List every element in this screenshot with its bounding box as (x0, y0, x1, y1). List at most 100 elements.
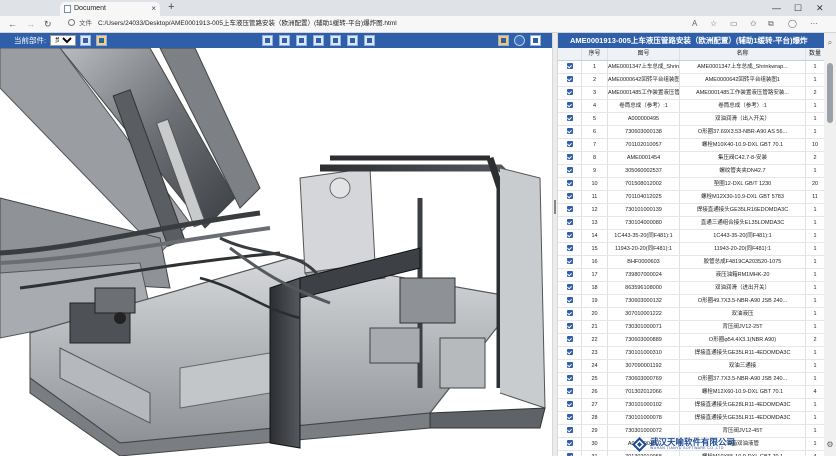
table-row[interactable]: 2 AME0000642回转平台组装图1 AME0000642回转平台组装图1 1 (558, 74, 824, 87)
row-checkbox[interactable] (558, 399, 582, 411)
scrollbar-thumb[interactable] (827, 63, 833, 123)
row-checkbox[interactable] (558, 74, 582, 86)
forward-button[interactable]: → (26, 18, 35, 30)
row-checkbox[interactable] (558, 204, 582, 216)
row-checkbox[interactable] (558, 412, 582, 424)
row-checkbox[interactable] (558, 139, 582, 151)
checkbox-checked-icon[interactable] (566, 141, 573, 147)
table-row[interactable]: 27 730101000102 焊接直通接头GE28LR11-4EDOMDA3C 1 (558, 399, 824, 412)
table-row[interactable]: 10 701508012002 垫圈12-DXL GB/T 1230 20 (558, 178, 824, 191)
table-row[interactable]: 5 A000000495 双油润滑（出入开关） 1 (558, 113, 824, 126)
row-checkbox[interactable] (558, 425, 582, 437)
assembly-tree-icon[interactable] (80, 35, 91, 46)
checkbox-checked-icon[interactable] (566, 115, 573, 121)
table-row[interactable]: 24 307090001192 双油三通接 1 (558, 360, 824, 373)
checkbox-checked-icon[interactable] (566, 349, 573, 355)
row-checkbox[interactable] (558, 438, 582, 450)
row-checkbox[interactable] (558, 360, 582, 372)
table-row[interactable]: 4 卷筒总成（参考）:1 卷筒总成（参考）:1 1 (558, 100, 824, 113)
checkbox-checked-icon[interactable] (566, 128, 573, 134)
row-checkbox[interactable] (558, 451, 582, 456)
tab-close-button[interactable]: × (151, 2, 156, 16)
view-right-icon[interactable] (313, 35, 324, 46)
view-iso-icon[interactable] (364, 35, 375, 46)
checkbox-checked-icon[interactable] (566, 167, 573, 173)
new-tab-button[interactable]: + (168, 1, 174, 13)
table-row[interactable]: 18 863596108000 双油润滑（进出开关） 1 (558, 282, 824, 295)
reload-button[interactable]: ↻ (44, 18, 52, 30)
row-checkbox[interactable] (558, 152, 582, 164)
row-checkbox[interactable] (558, 113, 582, 125)
checkbox-checked-icon[interactable] (566, 245, 573, 251)
fit-view-icon[interactable] (514, 35, 525, 46)
profile-icon[interactable]: ◯ (788, 18, 797, 30)
checkbox-checked-icon[interactable] (566, 414, 573, 420)
row-checkbox[interactable] (558, 61, 582, 73)
checkbox-checked-icon[interactable] (566, 258, 573, 264)
col-header-check[interactable] (558, 48, 582, 60)
table-row[interactable]: 9 305060002537 螺纹管夹夹DN42.7 1 (558, 165, 824, 178)
more-menu-icon[interactable]: ⋯ (810, 18, 818, 30)
row-checkbox[interactable] (558, 308, 582, 320)
checkbox-checked-icon[interactable] (566, 102, 573, 108)
table-row[interactable]: 17 739807000024 液压油箱RM1MHK-20 1 (558, 269, 824, 282)
checkbox-checked-icon[interactable] (566, 206, 573, 212)
extensions-icon[interactable]: ⧉ (768, 18, 774, 30)
view-back-icon[interactable] (279, 35, 290, 46)
table-row[interactable]: 1AME0001347上车总成_Shrinkwrap...AME0001347上… (558, 61, 824, 74)
row-checkbox[interactable] (558, 126, 582, 138)
row-checkbox[interactable] (558, 295, 582, 307)
favorite-star-icon[interactable]: ☆ (710, 18, 717, 30)
row-checkbox[interactable] (558, 178, 582, 190)
table-row[interactable]: 22 730603000889 O形圈φ54.4X3.1(NBR A90) 2 (558, 334, 824, 347)
read-aloud-icon[interactable]: A (692, 18, 697, 30)
maximize-button[interactable]: ☐ (794, 0, 802, 16)
checkbox-checked-icon[interactable] (566, 297, 573, 303)
table-row[interactable]: 15 11943-20-20(同F481):1 11943-20-20(同F481)… (558, 243, 824, 256)
checkbox-checked-icon[interactable] (566, 310, 573, 316)
checkbox-checked-icon[interactable] (566, 375, 573, 381)
checkbox-checked-icon[interactable] (566, 219, 573, 225)
checkbox-checked-icon[interactable] (566, 388, 573, 394)
row-checkbox[interactable] (558, 347, 582, 359)
row-checkbox[interactable] (558, 243, 582, 255)
checkbox-checked-icon[interactable] (566, 232, 573, 238)
checkbox-checked-icon[interactable] (566, 154, 573, 160)
view-left-icon[interactable] (296, 35, 307, 46)
table-row[interactable]: 20 307010001222 双油液压 1 (558, 308, 824, 321)
checkbox-checked-icon[interactable] (566, 89, 573, 95)
checkbox-checked-icon[interactable] (566, 271, 573, 277)
table-row[interactable]: 7 701102010057 螺栓M10X40-10.9-DXL GBT 70.1 1… (558, 139, 824, 152)
row-checkbox[interactable] (558, 165, 582, 177)
row-checkbox[interactable] (558, 87, 582, 99)
model-view-icon[interactable] (498, 35, 509, 46)
row-checkbox[interactable] (558, 191, 582, 203)
row-checkbox[interactable] (558, 256, 582, 268)
table-row[interactable]: 12 730101000139 焊接直通接头GE35LR16EDOMDA3C 1 (558, 204, 824, 217)
checkbox-checked-icon[interactable] (566, 63, 573, 69)
view-top-icon[interactable] (330, 35, 341, 46)
table-row[interactable]: 21 730301000071 背压阀JV12-25T 1 (558, 321, 824, 334)
close-window-button[interactable]: ✕ (816, 0, 824, 16)
table-row[interactable]: 28 730101000078 焊接直通接头GE35LR11-4EDOMDA3C 1 (558, 412, 824, 425)
bom-scrollbar[interactable] (824, 33, 836, 456)
row-checkbox[interactable] (558, 334, 582, 346)
fullscreen-icon[interactable] (530, 35, 541, 46)
table-row[interactable]: 3AME0001485工作装置液压管路安装...AME0001485工作装置液压… (558, 87, 824, 100)
row-checkbox[interactable] (558, 373, 582, 385)
row-checkbox[interactable] (558, 282, 582, 294)
table-row[interactable]: 16 BHF0000603 胶管总成F4819CA203520-1075 1 (558, 256, 824, 269)
settings-gear-icon[interactable]: ⚙ (824, 440, 836, 449)
table-row[interactable]: 8 AME0001454 集压阀C42.7-8-安装 2 (558, 152, 824, 165)
row-checkbox[interactable] (558, 321, 582, 333)
table-row[interactable]: 13 730104000080 直通三通组合接头EL35LOMDA3C 1 (558, 217, 824, 230)
row-checkbox[interactable] (558, 386, 582, 398)
row-checkbox[interactable] (558, 269, 582, 281)
table-row[interactable]: 19 730603000132 O形圈49.7X3.5-NBR-A90 JSB 24… (558, 295, 824, 308)
sidebar-search-icon[interactable]: ⌕ (824, 38, 836, 48)
back-button[interactable]: ← (8, 18, 17, 30)
split-screen-icon[interactable]: ▭ (730, 18, 738, 30)
checkbox-checked-icon[interactable] (566, 401, 573, 407)
minimize-button[interactable]: — (772, 0, 781, 16)
checkbox-checked-icon[interactable] (566, 193, 573, 199)
